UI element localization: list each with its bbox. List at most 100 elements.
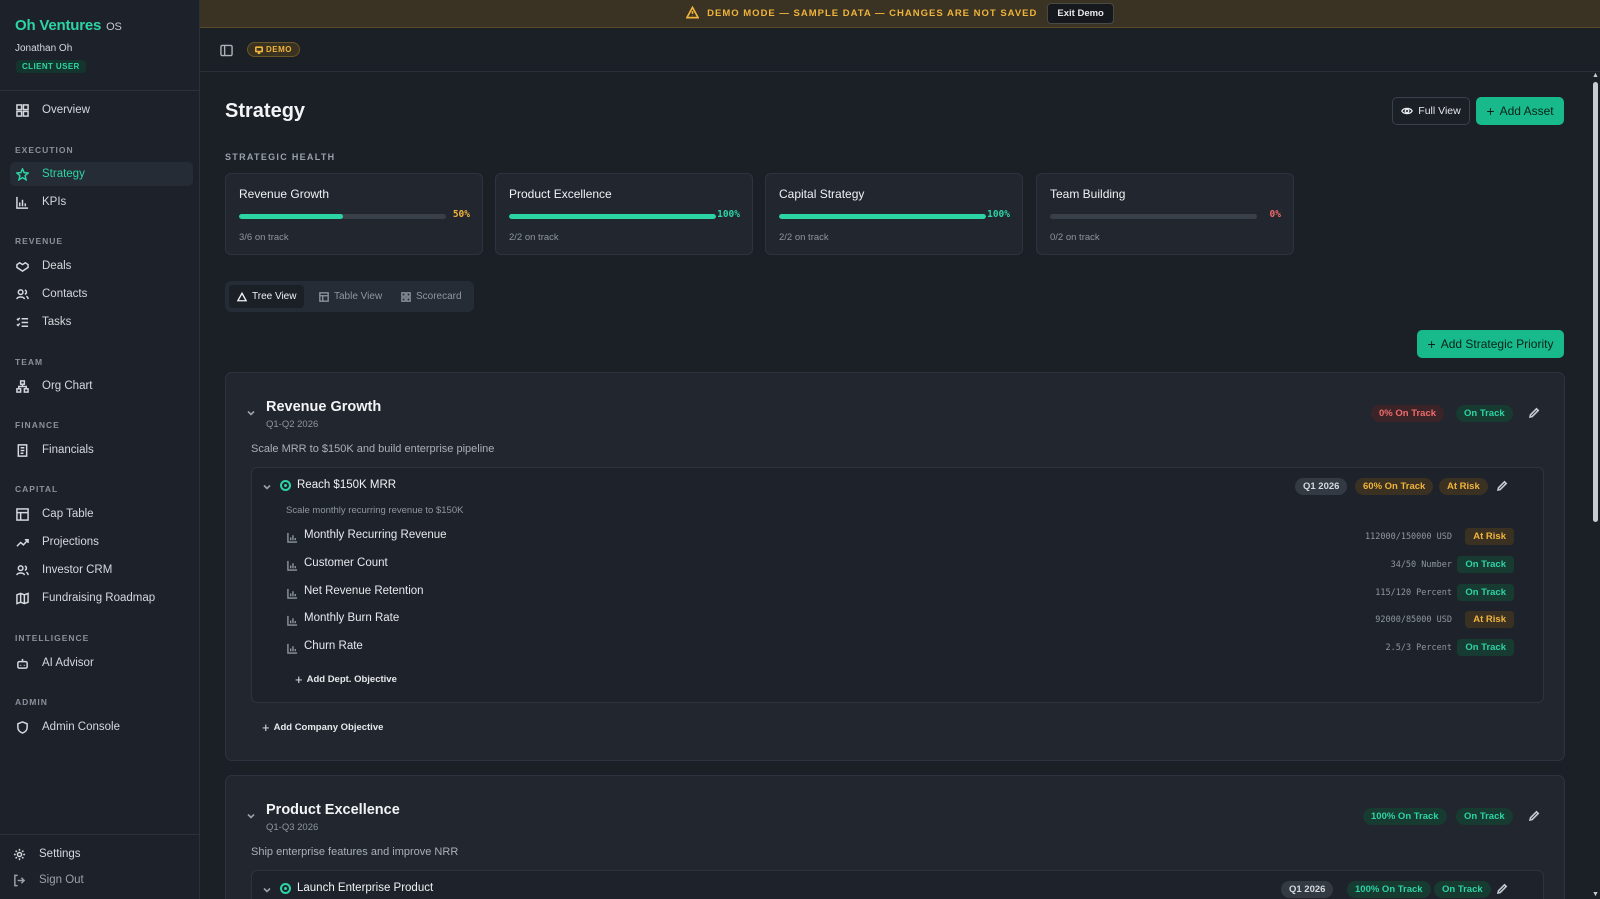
- pencil-icon[interactable]: [1528, 407, 1540, 419]
- monitor-icon: [255, 45, 263, 54]
- health-progress-track: [509, 214, 716, 219]
- users-icon: [16, 288, 29, 301]
- sidebar-item-label: Financials: [42, 444, 94, 456]
- chevron-down-icon[interactable]: [246, 406, 256, 416]
- kpi-value: 115/120 Percent: [1375, 588, 1452, 598]
- kpi-row[interactable]: Monthly Burn Rate 92000/85000 USD At Ris…: [287, 609, 1514, 631]
- scrollbar-thumb[interactable]: [1593, 82, 1598, 522]
- sidebar-item-cap-table[interactable]: Cap Table: [10, 502, 193, 526]
- health-on-track-count: 2/2 on track: [779, 232, 829, 243]
- pencil-icon[interactable]: [1528, 810, 1540, 822]
- pencil-icon[interactable]: [1496, 883, 1508, 895]
- kpi-status-badge: On Track: [1457, 556, 1514, 573]
- health-card-team-building[interactable]: Team Building 0% 0/2 on track: [1036, 173, 1294, 255]
- chevron-down-icon[interactable]: [262, 480, 272, 490]
- add-strategic-priority-button[interactable]: + Add Strategic Priority: [1417, 330, 1564, 358]
- demo-pill-label: DEMO: [266, 45, 292, 54]
- sidebar-item-contacts[interactable]: Contacts: [10, 282, 193, 306]
- star-icon: [16, 167, 29, 181]
- table-icon: [16, 507, 29, 521]
- tab-tree-view[interactable]: Tree View: [229, 285, 305, 308]
- page-scrollbar[interactable]: ▲ ▼: [1591, 72, 1600, 899]
- sidebar-item-deals[interactable]: Deals: [10, 254, 193, 278]
- warning-icon: [685, 5, 700, 22]
- nav-section-team: TEAM: [15, 357, 44, 367]
- sidebar-item-ai-advisor[interactable]: AI Advisor: [10, 651, 193, 675]
- sidebar-item-strategy[interactable]: Strategy: [10, 162, 193, 186]
- nav-section-revenue: REVENUE: [15, 236, 64, 246]
- scroll-up-icon[interactable]: ▲: [1591, 72, 1600, 80]
- sidebar-item-label: Cap Table: [42, 508, 94, 520]
- kpi-name: Customer Count: [304, 557, 388, 569]
- priority-progress-badge: 100% On Track: [1363, 808, 1447, 825]
- sidebar-item-label: Sign Out: [39, 874, 84, 886]
- sidebar-item-overview[interactable]: Overview: [10, 98, 193, 122]
- topbar: DEMO: [200, 28, 1600, 72]
- exit-demo-button[interactable]: Exit Demo: [1047, 3, 1114, 24]
- sidebar-item-sign-out[interactable]: Sign Out: [7, 868, 190, 892]
- sidebar-toggle-icon[interactable]: [220, 44, 233, 57]
- sidebar-item-label: Strategy: [42, 168, 85, 180]
- objective-description: Scale monthly recurring revenue to $150K: [286, 505, 464, 516]
- add-asset-button[interactable]: + Add Asset: [1476, 97, 1564, 125]
- chevron-down-icon[interactable]: [262, 883, 272, 893]
- pencil-icon[interactable]: [1496, 480, 1508, 492]
- bar-chart-icon: [16, 196, 29, 209]
- tab-scorecard[interactable]: Scorecard: [393, 285, 470, 308]
- sidebar-item-tasks[interactable]: Tasks: [10, 310, 193, 334]
- priority-progress-badge: 0% On Track: [1371, 405, 1445, 422]
- priority-description: Scale MRR to $150K and build enterprise …: [251, 443, 495, 455]
- health-card-product-excellence[interactable]: Product Excellence 100% 2/2 on track: [495, 173, 753, 255]
- sidebar-item-label: Settings: [39, 848, 81, 860]
- kpi-row[interactable]: Net Revenue Retention 115/120 Percent On…: [287, 582, 1514, 604]
- kpi-row[interactable]: Customer Count 34/50 Number On Track: [287, 554, 1514, 576]
- company-objective-card: Launch Enterprise Product Q1 2026 100% O…: [251, 870, 1544, 899]
- sidebar-item-financials[interactable]: Financials: [10, 438, 193, 462]
- health-card-capital-strategy[interactable]: Capital Strategy 100% 2/2 on track: [765, 173, 1023, 255]
- tab-table-view[interactable]: Table View: [311, 285, 390, 308]
- health-percent: 0%: [1269, 209, 1281, 220]
- add-company-objective-button[interactable]: + Add Company Objective: [262, 721, 383, 734]
- sidebar-item-fundraising-roadmap[interactable]: Fundraising Roadmap: [10, 586, 193, 610]
- full-view-button[interactable]: Full View: [1392, 97, 1470, 125]
- health-card-revenue-growth[interactable]: Revenue Growth 50% 3/6 on track: [225, 173, 483, 255]
- sidebar-item-label: Org Chart: [42, 380, 93, 392]
- objective-title: Reach $150K MRR: [297, 479, 397, 491]
- sidebar-item-settings[interactable]: Settings: [7, 842, 190, 866]
- target-icon: [280, 883, 291, 894]
- kpi-value: 92000/85000 USD: [1375, 615, 1452, 625]
- health-progress-track: [239, 214, 446, 219]
- chevron-down-icon[interactable]: [246, 809, 256, 819]
- plus-icon: +: [262, 720, 270, 735]
- bar-chart-icon: [287, 642, 298, 654]
- health-on-track-count: 2/2 on track: [509, 232, 559, 243]
- kpi-name: Monthly Burn Rate: [304, 612, 400, 624]
- sidebar-item-label: Fundraising Roadmap: [42, 592, 156, 604]
- bot-icon: [16, 657, 29, 670]
- map-icon: [16, 591, 29, 605]
- user-name: Jonathan Oh: [15, 43, 73, 54]
- kpi-name: Churn Rate: [304, 640, 363, 652]
- sidebar-item-investor-crm[interactable]: Investor CRM: [10, 558, 193, 582]
- sidebar-item-label: Contacts: [42, 288, 88, 300]
- target-icon: [280, 480, 291, 491]
- nav-section-capital: CAPITAL: [15, 484, 59, 494]
- sidebar-item-label: Investor CRM: [42, 564, 113, 576]
- brand-suffix: OS: [106, 21, 122, 33]
- sidebar-item-label: KPIs: [42, 196, 67, 208]
- kpi-row[interactable]: Monthly Recurring Revenue 112000/150000 …: [287, 526, 1514, 548]
- gear-icon: [13, 848, 26, 861]
- receipt-icon: [16, 443, 29, 457]
- sidebar-item-admin-console[interactable]: Admin Console: [10, 715, 193, 739]
- kpi-row[interactable]: Churn Rate 2.5/3 Percent On Track: [287, 637, 1514, 659]
- priority-description: Ship enterprise features and improve NRR: [251, 846, 459, 858]
- sidebar-item-label: Overview: [42, 104, 90, 116]
- sidebar-item-projections[interactable]: Projections: [10, 530, 193, 554]
- kpi-value: 2.5/3 Percent: [1385, 643, 1452, 653]
- sidebar-item-kpis[interactable]: KPIs: [10, 190, 193, 214]
- add-company-objective-label: Add Company Objective: [273, 722, 384, 733]
- brand-logo[interactable]: Oh Ventures OS: [15, 17, 122, 34]
- add-dept-objective-button[interactable]: + Add Dept. Objective: [295, 673, 397, 686]
- sidebar-item-org-chart[interactable]: Org Chart: [10, 374, 193, 398]
- scroll-down-icon[interactable]: ▼: [1591, 891, 1600, 899]
